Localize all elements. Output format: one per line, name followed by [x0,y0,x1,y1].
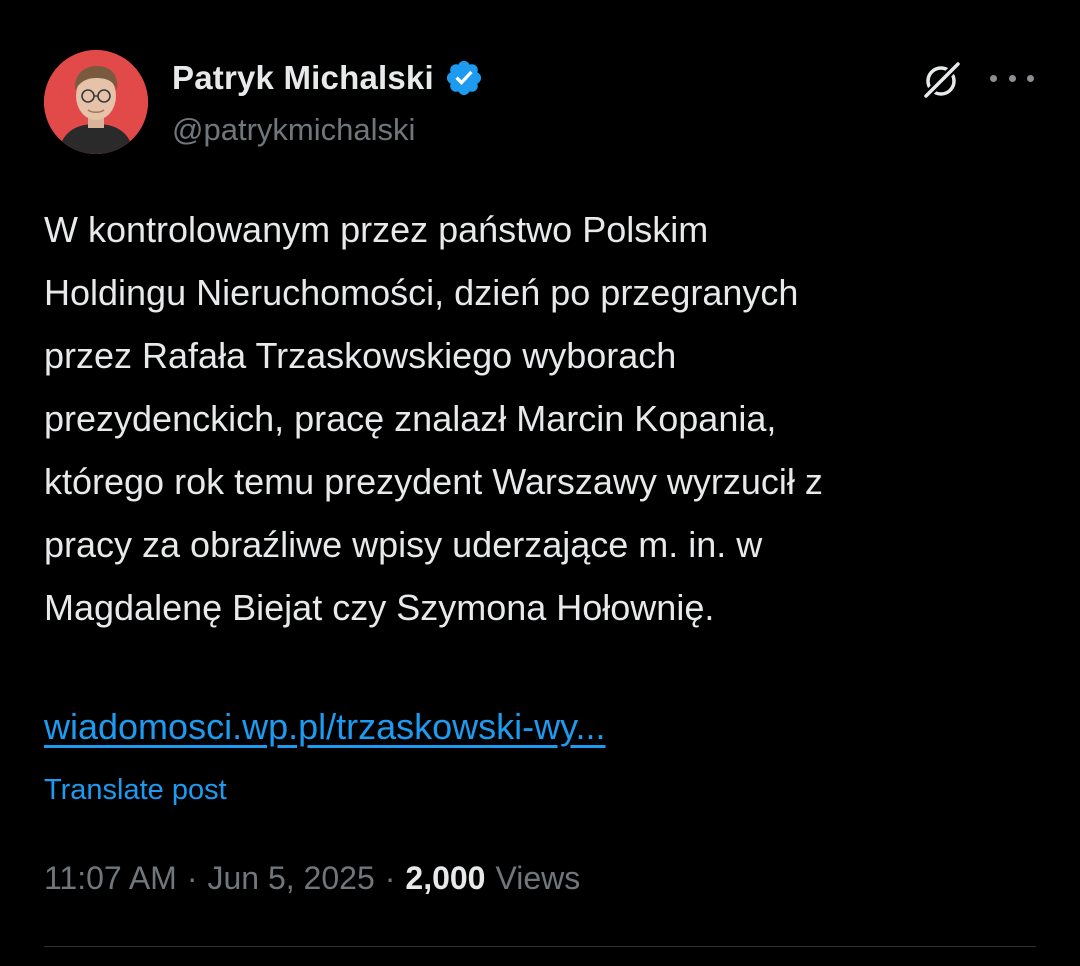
grok-icon[interactable] [918,58,964,104]
more-dot [1027,74,1034,82]
post-link[interactable]: wiadomosci.wp.pl/trzaskowski-wy... [44,706,605,748]
author-handle[interactable]: @patrykmichalski [172,112,415,148]
author-display-name[interactable]: Patryk Michalski [172,59,434,97]
translate-post-button[interactable]: Translate post [44,774,227,807]
post-text: W kontrolowanym przez państwo Polskim Ho… [44,209,823,628]
post-metadata: 11:07 AM · Jun 5, 2025 · 2,000 Views [44,860,580,897]
verified-badge-icon[interactable] [444,58,484,98]
divider [44,946,1036,947]
views-label: Views [495,860,581,896]
more-horizontal-icon[interactable] [990,68,1034,88]
avatar-image [44,50,148,154]
views-count: 2,000 [405,860,486,896]
meta-separator: · [186,860,198,896]
more-dot [990,74,997,82]
post-time[interactable]: 11:07 AM [44,860,177,897]
post-detail: Patryk Michalski @patrykmichalski W kont… [0,0,1080,966]
author-name-row: Patryk Michalski [172,58,484,98]
more-dot [1008,74,1016,82]
post-date[interactable]: Jun 5, 2025 [207,860,374,897]
meta-separator: · [384,860,396,896]
post-header: Patryk Michalski @patrykmichalski [44,50,1044,160]
avatar[interactable] [44,50,148,154]
